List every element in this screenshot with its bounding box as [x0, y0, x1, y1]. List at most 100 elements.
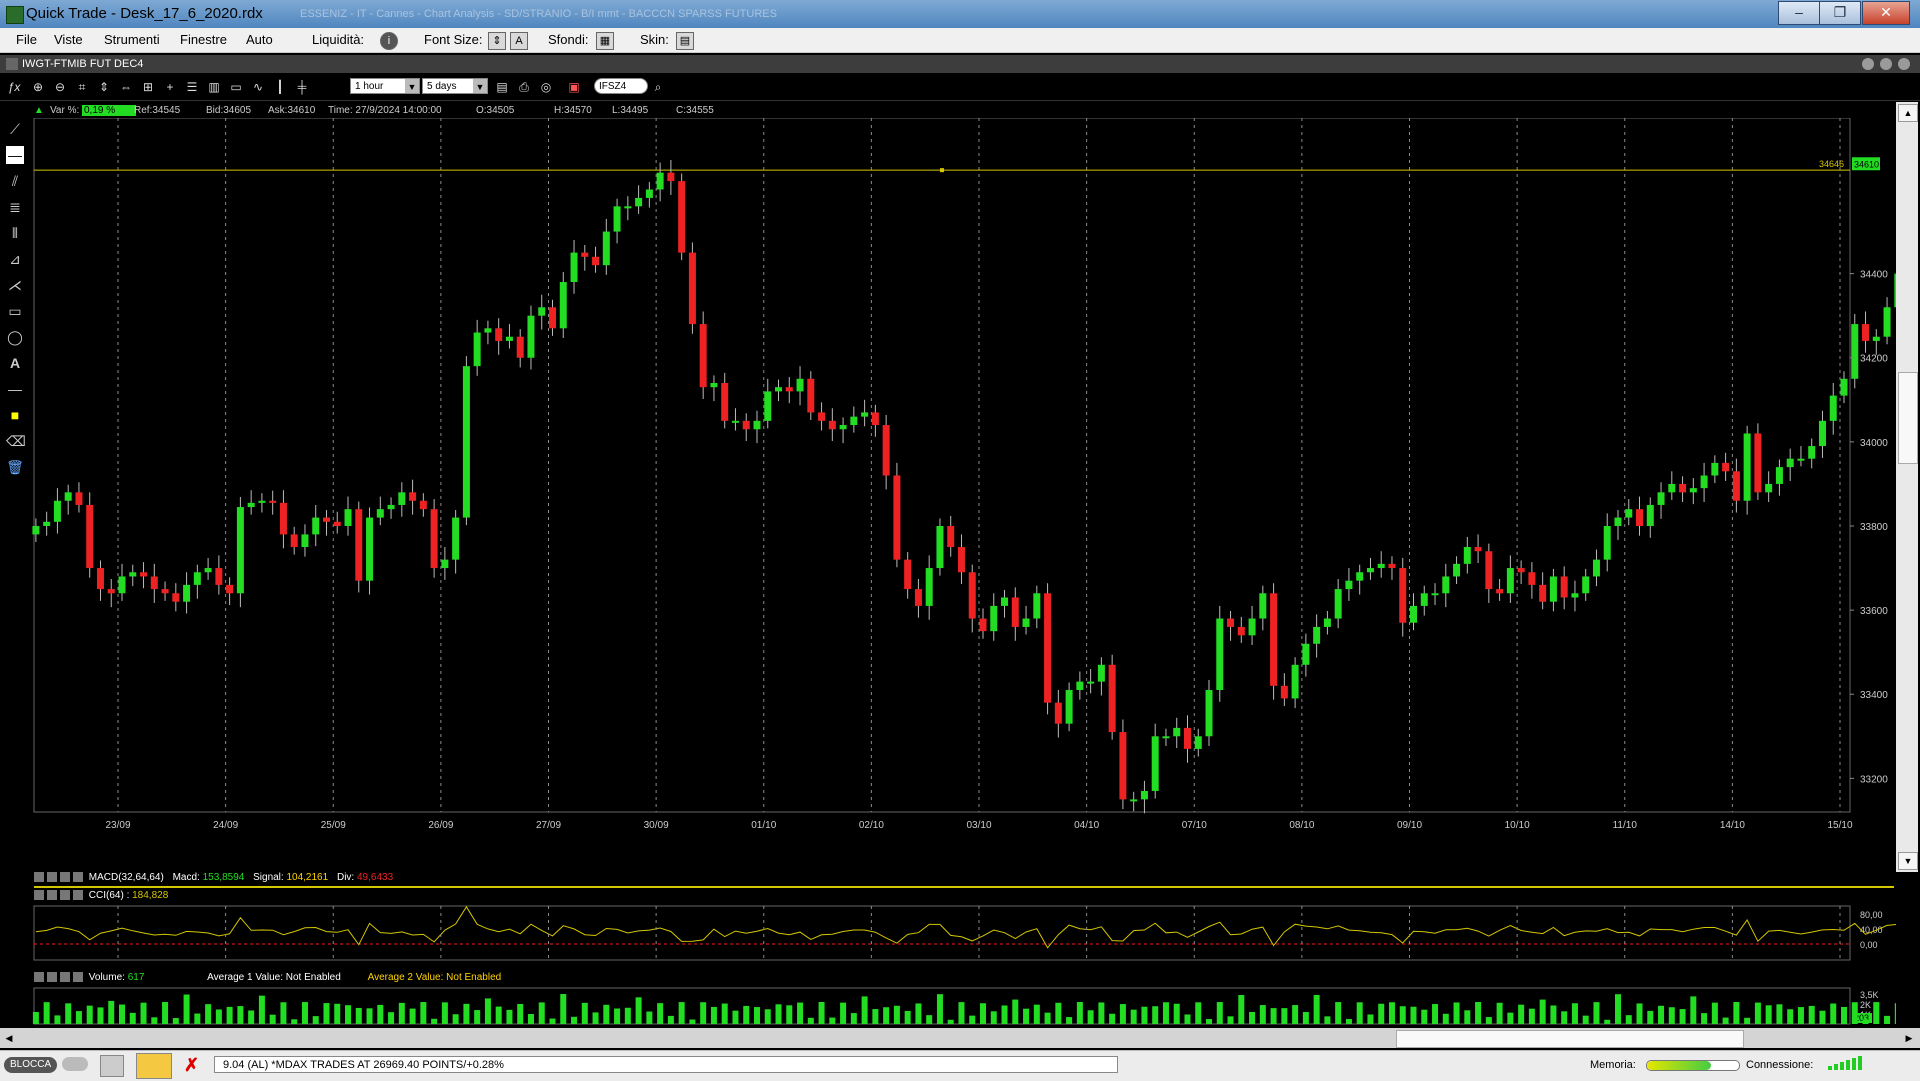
zoom-out-icon[interactable]: ⊖ — [52, 79, 68, 95]
font-icon[interactable]: A — [510, 32, 528, 50]
pane-close-icon[interactable] — [34, 972, 44, 983]
range-select[interactable]: 5 days ▼ — [422, 78, 488, 94]
formula-icon[interactable]: ƒx — [6, 79, 22, 95]
volume-bar — [65, 1003, 72, 1024]
close-button[interactable]: ✕ — [1862, 1, 1910, 25]
news-ticker[interactable]: 9.04 (AL) *MDAX TRADES AT 26969.40 POINT… — [214, 1056, 1118, 1073]
zoom-horizontal-icon[interactable]: ⇔ — [118, 79, 134, 95]
zoom-in-icon[interactable]: ⊕ — [30, 79, 46, 95]
keyboard-icon[interactable] — [100, 1055, 124, 1077]
print-icon[interactable]: ⎙ — [516, 79, 532, 95]
pane-up-icon[interactable] — [60, 890, 70, 901]
font-size-stepper-icon[interactable]: ⇕ — [488, 32, 506, 50]
zoom-vertical-icon[interactable]: ⇕ — [96, 79, 112, 95]
candle-body — [1237, 626, 1245, 636]
connection-label: Connessione: — [1746, 1059, 1814, 1071]
skin-picker-icon[interactable]: ▤ — [676, 32, 694, 50]
horizontal-scrollbar[interactable]: ◀ ▶ — [0, 1028, 1920, 1048]
bar-chart-icon[interactable]: ╪ — [294, 79, 310, 95]
candle-body — [150, 576, 158, 590]
chart-restore-icon[interactable] — [1880, 58, 1892, 70]
candle-body — [1474, 547, 1482, 552]
volume-bar — [1130, 1009, 1137, 1024]
volume-bar — [355, 1007, 362, 1024]
candle-chart-icon[interactable]: ┃ — [272, 79, 288, 95]
search-icon[interactable]: ⌕ — [650, 79, 666, 95]
volume-bar — [1679, 1009, 1686, 1024]
cancel-icon[interactable]: ✗ — [184, 1055, 199, 1076]
minimize-button[interactable]: – — [1778, 1, 1820, 25]
vertical-scrollbar[interactable]: ▲ ▼ — [1896, 102, 1918, 872]
timeframe-select[interactable]: 1 hour ▼ — [350, 78, 420, 94]
background-picker-icon[interactable]: ▦ — [596, 32, 614, 50]
pane-up-icon[interactable] — [60, 872, 70, 883]
export-icon[interactable]: ▤ — [494, 79, 510, 95]
memory-label: Memoria: — [1590, 1059, 1636, 1071]
avg2-value: Not Enabled — [446, 972, 502, 983]
pane-max-icon[interactable] — [47, 972, 57, 983]
pane-max-icon[interactable] — [47, 872, 57, 883]
candle-body — [1345, 580, 1353, 590]
refresh-icon[interactable]: ◎ — [538, 79, 554, 95]
candle-body — [516, 336, 524, 358]
window-icon[interactable]: ▭ — [228, 79, 244, 95]
app-icon — [6, 6, 24, 24]
candle-body — [775, 387, 783, 392]
volume-chart[interactable]: 3,5K2K1K203 — [0, 986, 1896, 1026]
horizontal-scroll-thumb[interactable] — [1396, 1030, 1744, 1048]
maximize-button[interactable]: ❐ — [1819, 1, 1861, 25]
info-icon[interactable]: i — [380, 32, 398, 50]
candle-body — [1033, 593, 1041, 619]
grid-icon[interactable]: ▥ — [206, 79, 222, 95]
x-tick-label: 07/10 — [1182, 820, 1207, 831]
lock-button[interactable]: BLOCCA — [4, 1057, 58, 1073]
candle-body — [645, 189, 653, 198]
news-icon[interactable] — [136, 1053, 172, 1079]
candle-body — [667, 172, 675, 182]
volume-bar — [1819, 1010, 1826, 1024]
menu-strumenti[interactable]: Strumenti — [104, 32, 160, 47]
symbol-input[interactable]: IFSZ4 — [594, 78, 648, 94]
line-chart-icon[interactable]: ∿ — [250, 79, 266, 95]
pane-down-icon[interactable] — [73, 972, 83, 983]
menu-viste[interactable]: Viste — [54, 32, 83, 47]
volume-bar — [237, 1006, 244, 1024]
scroll-left-icon[interactable]: ◀ — [2, 1030, 16, 1046]
avg1-value: Not Enabled — [285, 972, 341, 983]
pane-down-icon[interactable] — [73, 890, 83, 901]
scroll-down-icon[interactable]: ▼ — [1898, 852, 1918, 870]
pane-down-icon[interactable] — [73, 872, 83, 883]
candle-body — [1097, 664, 1105, 682]
menu-auto[interactable]: Auto — [246, 32, 273, 47]
chart-close-icon[interactable] — [1898, 58, 1910, 70]
candle-body — [1151, 736, 1159, 791]
skin-label: Skin: — [640, 32, 669, 47]
list-icon[interactable]: ☰ — [184, 79, 200, 95]
crosshair-icon[interactable]: + — [162, 79, 178, 95]
ask-value: Ask:34610 — [268, 105, 316, 116]
volume-bar — [172, 1018, 179, 1024]
lock-toggle-icon[interactable] — [62, 1057, 88, 1071]
menu-file[interactable]: File — [16, 32, 37, 47]
menu-finestre[interactable]: Finestre — [180, 32, 227, 47]
pane-close-icon[interactable] — [34, 890, 44, 901]
up-arrow-icon: ▲ — [34, 105, 44, 116]
price-chart[interactable]: 34646 34610 33200 33400 33600 33800 34000 3420… — [0, 118, 1896, 848]
volume-bar — [1862, 1019, 1869, 1024]
zoom-area-icon[interactable]: ⌗ — [74, 79, 90, 95]
font-size-label: Font Size: — [424, 32, 483, 47]
pane-close-icon[interactable] — [34, 872, 44, 883]
alert-icon[interactable]: ▣ — [566, 79, 582, 95]
candle-body — [1022, 618, 1030, 627]
div-label: Div: — [336, 872, 355, 883]
fit-icon[interactable]: ⊞ — [140, 79, 156, 95]
volume-bar — [1690, 996, 1697, 1024]
chart-minimize-icon[interactable] — [1862, 58, 1874, 70]
pane-up-icon[interactable] — [60, 972, 70, 983]
scroll-thumb[interactable] — [1898, 372, 1918, 464]
cci-chart[interactable]: 80,00 40,00 0,00 — [0, 904, 1896, 966]
pane-max-icon[interactable] — [47, 890, 57, 901]
scroll-up-icon[interactable]: ▲ — [1898, 104, 1918, 122]
scroll-right-icon[interactable]: ▶ — [1902, 1030, 1916, 1046]
volume-bar — [883, 1007, 890, 1024]
